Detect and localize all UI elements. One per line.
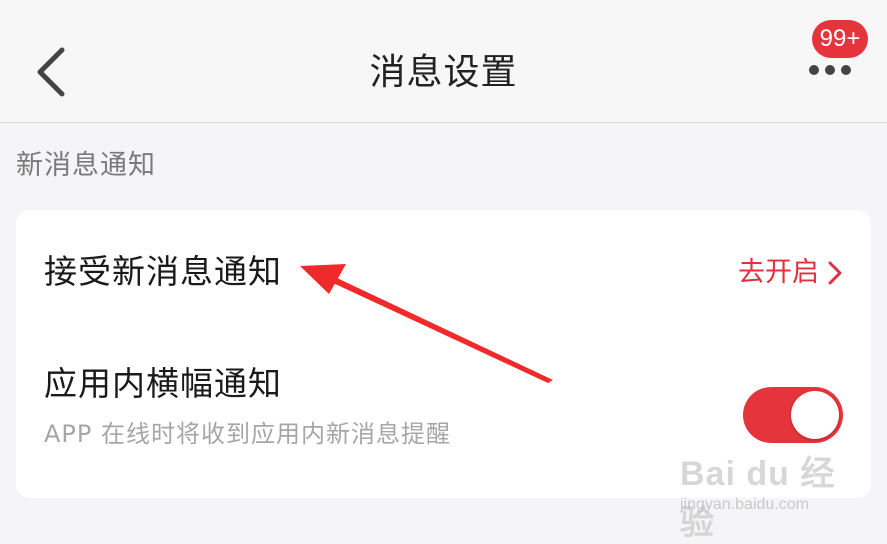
top-navigation-bar: 消息设置 99+ xyxy=(0,0,887,123)
enable-notifications-link[interactable]: 去开启 xyxy=(738,252,843,294)
notification-badge: 99+ xyxy=(812,20,868,58)
in-app-banner-description: APP 在线时将收到应用内新消息提醒 xyxy=(44,420,451,448)
baidu-jingyan-watermark: Bai du 经验 jingyan.baidu.com xyxy=(680,446,870,542)
enable-notifications-label: 去开启 xyxy=(738,257,819,288)
page-title: 消息设置 xyxy=(369,52,518,93)
section-label: 新消息通知 xyxy=(16,150,156,181)
accept-notifications-row[interactable]: 接受新消息通知 去开启 xyxy=(16,240,871,310)
watermark-url: jingyan.baidu.com xyxy=(680,496,809,513)
in-app-banner-label: 应用内横幅通知 xyxy=(44,364,282,403)
chevron-right-icon xyxy=(828,261,842,285)
accept-notifications-label: 接受新消息通知 xyxy=(44,252,282,291)
in-app-banner-toggle[interactable] xyxy=(743,387,843,443)
watermark-brand: Bai du 经验 xyxy=(680,455,836,542)
toggle-knob xyxy=(791,391,839,439)
